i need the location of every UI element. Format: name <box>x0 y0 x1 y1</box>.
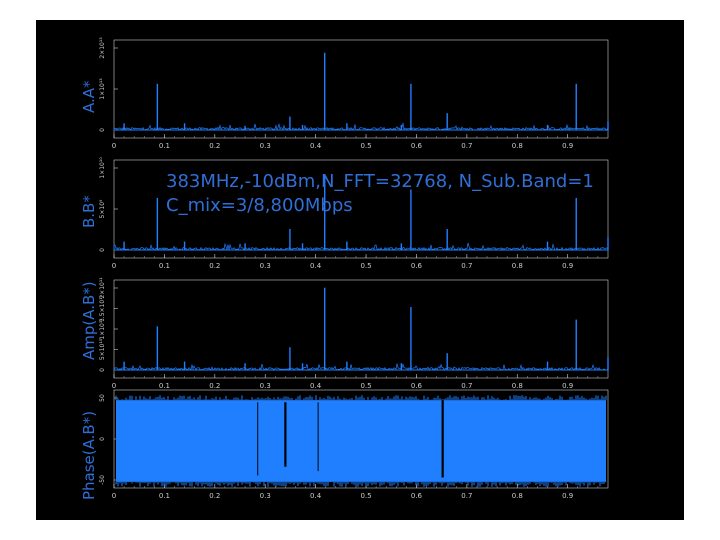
panel2-xtick-label: 0.7 <box>461 262 472 270</box>
panel1-xtick-label: 0.2 <box>209 142 220 150</box>
panel2-xtick-label: 0.3 <box>260 262 271 270</box>
panel1-xtick-label: 0.1 <box>159 142 170 150</box>
panel3-xtick-label: 0.9 <box>562 382 573 390</box>
panel3-xtick-label: 0.4 <box>310 382 322 390</box>
panel4-xtick-label: 0.4 <box>310 492 322 500</box>
panel3-noise-floor <box>113 363 609 371</box>
panel2-xtick-label: 0 <box>112 262 116 270</box>
measurement-annotation: 383MHz,-10dBm,N_FFT=32768, N_Sub.Band=1 … <box>166 170 594 218</box>
panel1-xtick-label: 0.3 <box>260 142 271 150</box>
panel3-xtick-label: 0.8 <box>512 382 523 390</box>
panel4-xtick-label: 0.7 <box>461 492 472 500</box>
panel3-xtick-label: 0.6 <box>411 382 423 390</box>
panel1-ytick-label: 0 <box>99 128 106 132</box>
panel4-xtick-label: 0 <box>112 492 116 500</box>
panel2-xtick-label: 0.6 <box>411 262 423 270</box>
panel3-ylabel: Amp(A.B*) <box>80 281 98 360</box>
panel4-xtick-label: 0.5 <box>360 492 371 500</box>
panel3-xtick-label: 0 <box>112 382 116 390</box>
panel1-xtick-label: 0.7 <box>461 142 472 150</box>
panel3-frame <box>113 279 609 379</box>
panel3-ytick-label: 0 <box>99 368 106 372</box>
panel3-xtick-label: 0.1 <box>159 382 170 390</box>
panel1-noise-floor <box>113 122 609 132</box>
panel3-xtick-label: 0.3 <box>260 382 271 390</box>
panel2-xtick-label: 0.4 <box>310 262 322 270</box>
panel2-xtick-label: 0.8 <box>512 262 523 270</box>
panel4-ylabel: Phase(A.B*) <box>80 410 98 500</box>
panel3-xtick-label: 0.2 <box>209 382 220 390</box>
phase-noise-band <box>116 400 606 482</box>
panel2-ytick-label: 0 <box>99 248 106 252</box>
panel1-xtick-label: 0.8 <box>512 142 523 150</box>
panel1-frame <box>113 39 609 139</box>
panel1-ytick-label: 1×10¹³ <box>99 78 106 100</box>
panel4-ytick-label: -50 <box>99 475 106 485</box>
panel3-xtick-label: 0.7 <box>461 382 472 390</box>
panel4-xtick-label: 0.3 <box>260 492 271 500</box>
panel4-xtick-label: 0.1 <box>159 492 170 500</box>
panel1-xtick-label: 0.9 <box>562 142 573 150</box>
panel1-ytick-label: 2×10¹³ <box>99 37 106 59</box>
panel2-ylabel: B.B* <box>80 195 98 228</box>
panel4-ytick-label: 50 <box>99 394 106 402</box>
phase-noise-bottom-edge <box>115 481 607 487</box>
panel1-xtick-label: 0.4 <box>310 142 322 150</box>
panel3-ytick-label: 2×10¹¹ <box>99 277 106 299</box>
panel2-ytick-label: 5×10⁹ <box>99 199 106 218</box>
panel2-xtick-label: 0.9 <box>562 262 573 270</box>
panel2-xtick-label: 0.2 <box>209 262 220 270</box>
chart-stack: 0 0.1 0.2 0.3 0.4 0.5 0.6 0.7 0.8 0.9 0 1×10¹³ 2×10¹… <box>99 37 609 500</box>
panel4-xtick-label: 0.6 <box>411 492 423 500</box>
panel4-xtick-label: 0.2 <box>209 492 220 500</box>
panel1-xtick-label: 0 <box>112 142 116 150</box>
panel3-ytick-label: 5×10¹⁰ <box>99 338 106 360</box>
panel3-xtick-label: 0.5 <box>360 382 371 390</box>
panel2-noise-floor <box>113 242 609 252</box>
panel2-xtick-label: 0.1 <box>159 262 170 270</box>
panel2-xtick-label: 0.5 <box>360 262 371 270</box>
annotation-line-1: 383MHz,-10dBm,N_FFT=32768, N_Sub.Band=1 <box>166 171 594 192</box>
panel4-xtick-label: 0.8 <box>512 492 523 500</box>
panel1-xtick-label: 0.6 <box>411 142 423 150</box>
panel4-xtick-label: 0.9 <box>562 492 573 500</box>
panel4-ytick-label: 0 <box>99 437 106 441</box>
panel1-xtick-label: 0.5 <box>360 142 371 150</box>
phase-noise-top-edge <box>115 395 607 401</box>
slide-background: 0 0.1 0.2 0.3 0.4 0.5 0.6 0.7 0.8 0.9 0 1×10¹³ 2×10¹… <box>36 20 684 520</box>
panel1-ylabel: A.A* <box>80 80 98 113</box>
panel2-ytick-label: 1×10¹⁰ <box>99 157 106 179</box>
annotation-line-2: C_mix=3/8,800Mbps <box>166 195 353 216</box>
